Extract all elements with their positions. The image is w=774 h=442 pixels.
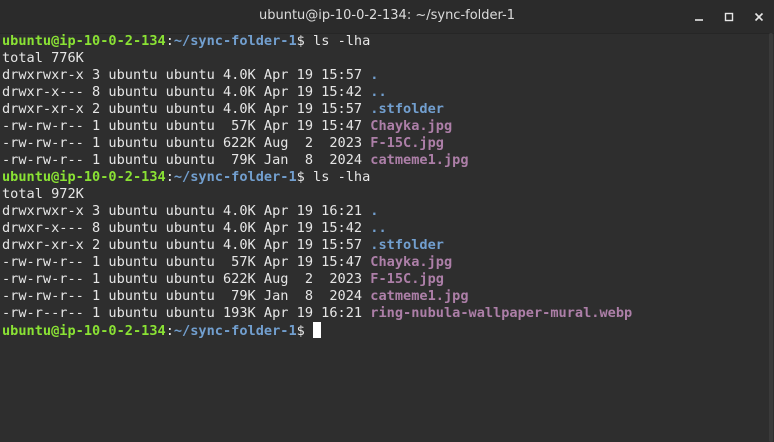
file-meta: drwxrwxr-x 3 ubuntu ubuntu 4.0K Apr 19 1… xyxy=(2,67,371,83)
prompt-colon: : xyxy=(165,323,174,339)
file-meta: -rw-r--r-- 1 ubuntu ubuntu 193K Apr 19 1… xyxy=(2,305,371,321)
file-listing-row: -rw-rw-r-- 1 ubuntu ubuntu 57K Apr 19 15… xyxy=(2,254,766,271)
file-name: F-15C.jpg xyxy=(370,271,444,287)
file-listing-row: -rw-rw-r-- 1 ubuntu ubuntu 79K Jan 8 202… xyxy=(2,288,766,305)
file-meta: drwxr-x--- 8 ubuntu ubuntu 4.0K Apr 19 1… xyxy=(2,84,371,100)
file-listing-row: -rw-rw-r-- 1 ubuntu ubuntu 57K Apr 19 15… xyxy=(2,118,766,135)
file-name: catmeme1.jpg xyxy=(370,152,469,168)
prompt-line: ubuntu@ip-10-0-2-134:~/sync-folder-1$ xyxy=(2,322,766,339)
file-meta: -rw-rw-r-- 1 ubuntu ubuntu 79K Jan 8 202… xyxy=(2,288,371,304)
maximize-button[interactable] xyxy=(714,5,744,29)
prompt-line: ubuntu@ip-10-0-2-134:~/sync-folder-1$ ls… xyxy=(2,33,766,50)
file-meta: -rw-rw-r-- 1 ubuntu ubuntu 57K Apr 19 15… xyxy=(2,254,371,270)
file-listing-row: -rw-rw-r-- 1 ubuntu ubuntu 79K Jan 8 202… xyxy=(2,152,766,169)
command-text: ls -lha xyxy=(313,169,371,185)
file-listing-row: drwxr-x--- 8 ubuntu ubuntu 4.0K Apr 19 1… xyxy=(2,220,766,237)
file-name: . xyxy=(370,67,379,83)
prompt-user-host: ubuntu@ip-10-0-2-134 xyxy=(2,169,166,185)
file-name: . xyxy=(370,203,379,219)
total-line: total 776K xyxy=(2,50,84,66)
minimize-button[interactable] xyxy=(684,5,714,29)
file-name: .stfolder xyxy=(370,237,444,253)
close-icon xyxy=(754,12,764,21)
file-listing-row: -rw-rw-r-- 1 ubuntu ubuntu 622K Aug 2 20… xyxy=(2,271,766,288)
prompt-path: ~/sync-folder-1 xyxy=(173,33,297,49)
prompt-symbol: $ xyxy=(296,169,314,185)
window-title: ubuntu@ip-10-0-2-134: ~/sync-folder-1 xyxy=(258,8,516,23)
command-text: ls -lha xyxy=(313,33,371,49)
minimize-icon xyxy=(695,18,703,21)
file-name: .stfolder xyxy=(370,101,444,117)
prompt-user-host: ubuntu@ip-10-0-2-134 xyxy=(2,33,166,49)
file-meta: -rw-rw-r-- 1 ubuntu ubuntu 622K Aug 2 20… xyxy=(2,135,371,151)
scrollbar[interactable] xyxy=(767,33,773,442)
file-meta: drwxr-x--- 8 ubuntu ubuntu 4.0K Apr 19 1… xyxy=(2,220,371,236)
file-meta: drwxr-xr-x 2 ubuntu ubuntu 4.0K Apr 19 1… xyxy=(2,101,371,117)
file-listing-row: -rw-r--r-- 1 ubuntu ubuntu 193K Apr 19 1… xyxy=(2,305,766,322)
terminal-window: ubuntu@ip-10-0-2-134: ~/sync-folder-1 ub… xyxy=(0,0,774,442)
prompt-path: ~/sync-folder-1 xyxy=(173,323,297,339)
file-name: Chayka.jpg xyxy=(370,254,453,270)
prompt-colon: : xyxy=(165,169,174,185)
prompt-symbol: $ xyxy=(296,33,314,49)
file-listing-row: drwxrwxr-x 3 ubuntu ubuntu 4.0K Apr 19 1… xyxy=(2,203,766,220)
file-meta: drwxrwxr-x 3 ubuntu ubuntu 4.0K Apr 19 1… xyxy=(2,203,371,219)
file-listing-row: drwxr-x--- 8 ubuntu ubuntu 4.0K Apr 19 1… xyxy=(2,84,766,101)
file-meta: -rw-rw-r-- 1 ubuntu ubuntu 79K Jan 8 202… xyxy=(2,152,371,168)
file-listing-row: drwxrwxr-x 3 ubuntu ubuntu 4.0K Apr 19 1… xyxy=(2,67,766,84)
prompt-line: ubuntu@ip-10-0-2-134:~/sync-folder-1$ ls… xyxy=(2,169,766,186)
prompt-path: ~/sync-folder-1 xyxy=(173,169,297,185)
prompt-user-host: ubuntu@ip-10-0-2-134 xyxy=(2,323,166,339)
total-line: total 972K xyxy=(2,186,84,202)
file-meta: drwxr-xr-x 2 ubuntu ubuntu 4.0K Apr 19 1… xyxy=(2,237,371,253)
file-name: .. xyxy=(370,220,387,236)
text-cursor xyxy=(313,322,322,338)
file-name: catmeme1.jpg xyxy=(370,288,469,304)
file-listing-row: drwxr-xr-x 2 ubuntu ubuntu 4.0K Apr 19 1… xyxy=(2,237,766,254)
file-meta: -rw-rw-r-- 1 ubuntu ubuntu 622K Aug 2 20… xyxy=(2,271,371,287)
close-button[interactable] xyxy=(744,5,774,29)
title-bar[interactable]: ubuntu@ip-10-0-2-134: ~/sync-folder-1 xyxy=(0,0,774,34)
file-name: ring-nubula-wallpaper-mural.webp xyxy=(370,305,633,321)
file-listing-row: drwxr-xr-x 2 ubuntu ubuntu 4.0K Apr 19 1… xyxy=(2,101,766,118)
prompt-colon: : xyxy=(165,33,174,49)
file-meta: -rw-rw-r-- 1 ubuntu ubuntu 57K Apr 19 15… xyxy=(2,118,371,134)
maximize-icon xyxy=(724,12,734,21)
file-name: .. xyxy=(370,84,387,100)
file-name: Chayka.jpg xyxy=(370,118,453,134)
prompt-symbol: $ xyxy=(296,323,314,339)
scrollbar-thumb[interactable] xyxy=(769,33,773,442)
terminal-output[interactable]: ubuntu@ip-10-0-2-134:~/sync-folder-1$ ls… xyxy=(0,33,766,442)
window-controls xyxy=(684,0,774,33)
file-listing-row: -rw-rw-r-- 1 ubuntu ubuntu 622K Aug 2 20… xyxy=(2,135,766,152)
file-name: F-15C.jpg xyxy=(370,135,444,151)
